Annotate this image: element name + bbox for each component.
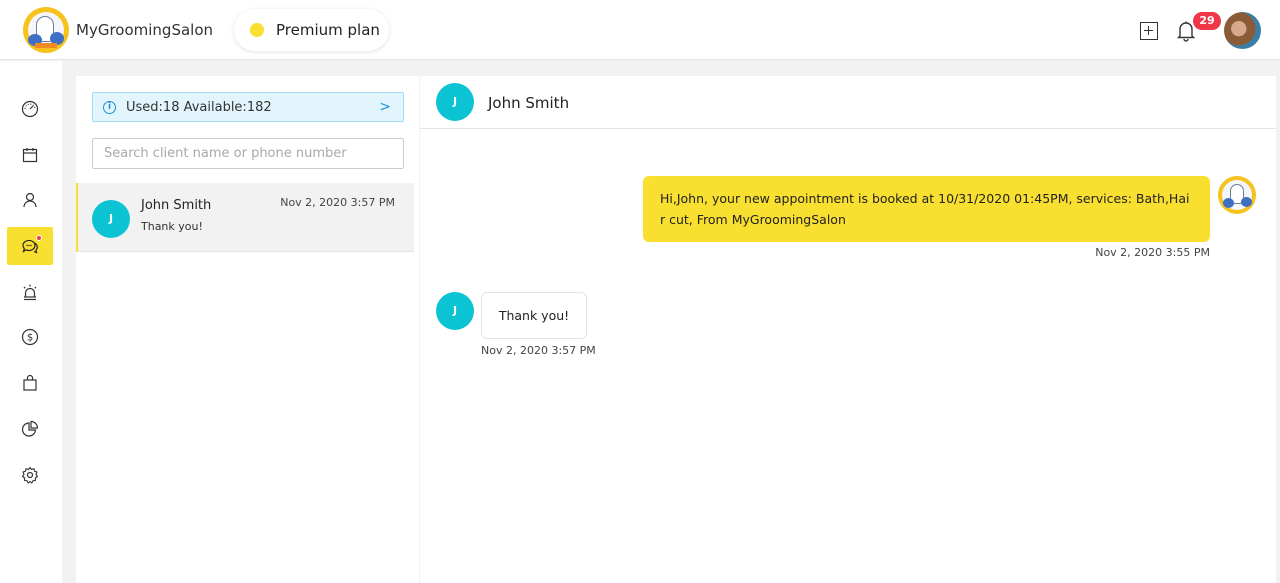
outgoing-message-bubble: Hi,John, your new appointment is booked …	[643, 176, 1210, 242]
calendar-icon	[22, 148, 38, 163]
chat-contact-name: John Smith	[488, 94, 570, 112]
contact-avatar: J	[436, 83, 474, 121]
contact-avatar: J	[92, 200, 130, 238]
sidebar-item-calendar[interactable]	[7, 136, 53, 174]
alarm-icon	[23, 284, 37, 301]
sidebar-nav: $	[0, 61, 62, 583]
plan-badge[interactable]: Premium plan	[234, 9, 389, 51]
plan-dot-icon	[250, 23, 264, 37]
svg-text:$: $	[27, 333, 33, 344]
dollar-icon: $	[21, 328, 39, 346]
pie-chart-icon	[21, 420, 39, 437]
conversation-list-panel: i Used:18 Available:182 > J John Smith T…	[76, 76, 419, 583]
top-bar: MyGroomingSalon Premium plan 29	[0, 0, 1280, 60]
notification-count-badge[interactable]: 29	[1193, 12, 1221, 30]
incoming-message-time: Nov 2, 2020 3:57 PM	[481, 344, 596, 357]
bag-icon	[23, 374, 37, 391]
conversation-time: Nov 2, 2020 3:57 PM	[280, 196, 395, 209]
person-icon	[23, 192, 37, 208]
sidebar-item-dashboard[interactable]	[7, 90, 53, 128]
plan-label: Premium plan	[276, 21, 380, 39]
user-avatar[interactable]	[1224, 12, 1261, 49]
add-icon[interactable]	[1140, 22, 1158, 40]
chat-header: J John Smith	[420, 76, 1276, 129]
sidebar-item-alerts[interactable]	[7, 273, 53, 311]
contact-avatar: J	[436, 292, 474, 330]
outgoing-message-time: Nov 2, 2020 3:55 PM	[1095, 246, 1210, 259]
sidebar-item-settings[interactable]	[7, 456, 53, 494]
incoming-message-bubble: Thank you!	[481, 292, 587, 339]
sms-quota-banner[interactable]: i Used:18 Available:182 >	[92, 92, 404, 122]
info-icon: i	[103, 100, 116, 114]
sidebar-item-shop[interactable]	[7, 364, 53, 402]
message-notification-dot	[36, 235, 42, 241]
chat-panel: J John Smith Hi,John, your new appointme…	[420, 76, 1276, 583]
gear-icon	[21, 466, 39, 484]
sidebar-item-clients[interactable]	[7, 181, 53, 219]
client-search-input[interactable]	[92, 138, 404, 169]
conversation-preview: Thank you!	[141, 220, 203, 233]
conversation-item[interactable]: J John Smith Thank you! Nov 2, 2020 3:57…	[76, 183, 414, 252]
salon-logo[interactable]	[23, 7, 69, 53]
quota-text: Used:18 Available:182	[126, 99, 272, 115]
conversation-name: John Smith	[141, 198, 212, 213]
sidebar-item-payments[interactable]: $	[7, 318, 53, 356]
brand-name: MyGroomingSalon	[76, 21, 214, 39]
salon-avatar	[1218, 176, 1256, 214]
sidebar-item-messages[interactable]	[7, 227, 53, 265]
sidebar-item-reports[interactable]	[7, 410, 53, 448]
chevron-right-icon[interactable]: >	[379, 99, 391, 115]
speedometer-icon	[21, 100, 39, 118]
